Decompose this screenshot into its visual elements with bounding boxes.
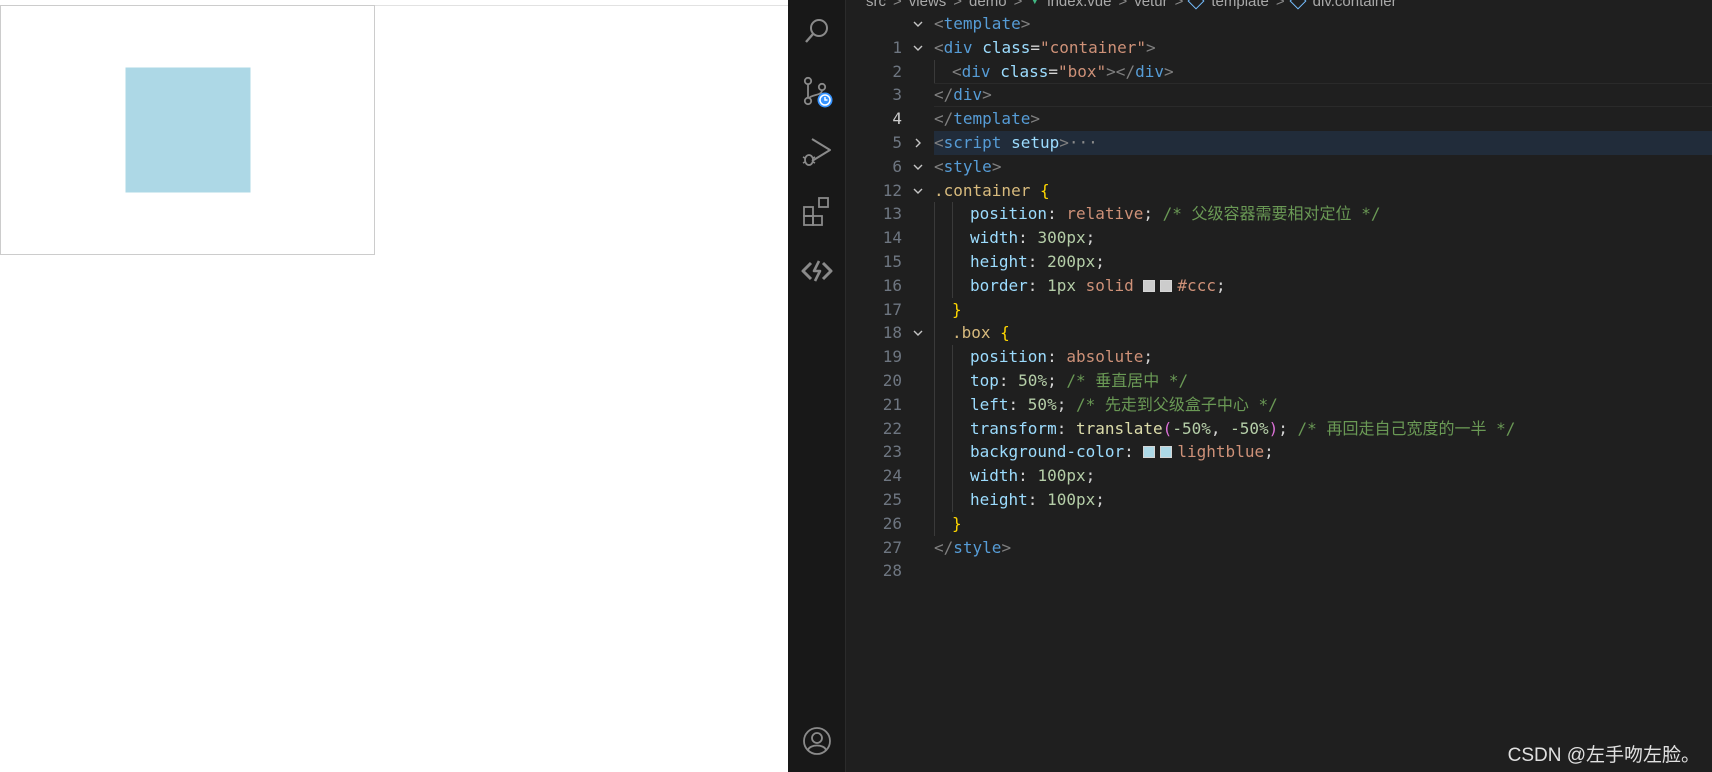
code-line[interactable]: 18 } (846, 297, 1712, 342)
code-line[interactable]: 24 background-color: lightblue; (846, 440, 1712, 485)
color-swatch[interactable] (1143, 446, 1156, 459)
fold-expanded-icon[interactable] (910, 179, 926, 203)
demo-box (125, 67, 250, 193)
breadcrumb-item-div-container[interactable]: div.container (1313, 0, 1397, 10)
code-line[interactable]: 26 height: 100px; (846, 487, 1712, 533)
fold-expanded-icon[interactable] (910, 12, 926, 36)
extensions-button[interactable] (788, 186, 846, 236)
folded-ellipsis[interactable]: ··· (1069, 133, 1098, 152)
line-number: 28 (882, 561, 902, 581)
class-value: "box" (1058, 61, 1107, 81)
breadcrumb-separator: > (893, 0, 902, 10)
extensions-icon (803, 197, 829, 226)
code-editor[interactable]: src > views > demo > ▼ index.vue > vetur… (846, 0, 1712, 772)
color-swatch[interactable] (1160, 279, 1173, 292)
code-line[interactable]: 16 height: 200px; (846, 249, 1712, 295)
code-line[interactable]: 17 border: 1px solid #ccc; (846, 273, 1712, 319)
account-icon (803, 727, 831, 755)
code-line[interactable]: 1 <template> (846, 12, 1712, 57)
account-button[interactable] (788, 716, 846, 766)
code-line[interactable]: 27 } (846, 511, 1712, 557)
code-line[interactable]: 19 .box { (846, 321, 1712, 366)
activity-bar (788, 0, 846, 772)
browser-preview (0, 0, 788, 772)
code-line[interactable]: 13 .container { (846, 179, 1712, 224)
breadcrumb-item-views[interactable]: views (909, 0, 947, 10)
watermark: CSDN @左手吻左脸。 (1507, 745, 1700, 766)
breadcrumb-item-demo[interactable]: demo (969, 0, 1007, 10)
code-line[interactable]: 22 left: 50%; /* 先走到父级盒子中心 */ (846, 392, 1712, 438)
code-line[interactable]: 2 <div class="container"> (846, 36, 1712, 81)
code-area[interactable]: 1 <template> 2 <div class="container"> 3… (846, 12, 1712, 581)
breadcrumb-separator: > (953, 0, 963, 10)
remote-explorer-button[interactable] (788, 246, 846, 296)
code-line[interactable]: 20 position: absolute; (846, 345, 1712, 390)
code-line[interactable]: 23 transform: translate(-50%, -50%); /* … (846, 416, 1712, 461)
breadcrumb-item-file[interactable]: index.vue (1047, 0, 1111, 10)
fold-expanded-icon[interactable] (910, 36, 926, 60)
class-value: "container" (1040, 37, 1146, 57)
breadcrumb-item-vetur[interactable]: vetur (1134, 0, 1167, 10)
remote-icon (801, 260, 833, 282)
source-control-icon (803, 76, 833, 108)
breadcrumb-separator: > (1118, 0, 1128, 10)
code-line[interactable]: 14 position: relative; /* 父级容器需要相对定位 */ (846, 202, 1712, 247)
code-line[interactable]: 5 </template> (846, 107, 1712, 152)
color-swatch[interactable] (1143, 279, 1156, 292)
breadcrumb-separator: > (1174, 0, 1184, 10)
breadcrumb-item-src[interactable]: src (866, 0, 886, 10)
symbol-cube-icon (1289, 0, 1307, 10)
fold-expanded-icon[interactable] (910, 155, 926, 179)
fold-expanded-icon[interactable] (910, 321, 926, 345)
code-line[interactable]: 3 <div class="box"></div> (846, 59, 1712, 104)
search-icon (805, 19, 828, 43)
color-swatch[interactable] (1160, 446, 1173, 459)
code-line[interactable]: 12 <style> (846, 155, 1712, 200)
fold-collapsed-icon[interactable] (910, 131, 926, 155)
vue-file-icon: ▼ (1029, 0, 1041, 7)
source-control-button[interactable] (788, 66, 846, 116)
code-line[interactable]: 21 top: 50%; /* 垂直居中 */ (846, 368, 1712, 414)
breadcrumb: src > views > demo > ▼ index.vue > vetur… (866, 0, 1397, 10)
search-button[interactable] (788, 6, 846, 56)
breadcrumb-item-template[interactable]: template (1211, 0, 1269, 10)
run-debug-icon (802, 138, 831, 166)
symbol-cube-icon (1187, 0, 1205, 10)
code-line-folded[interactable]: 6 <script setup>··· (846, 130, 1712, 176)
run-debug-button[interactable] (788, 126, 846, 176)
code-line-current[interactable]: 4 </div> (846, 83, 1712, 128)
demo-container (0, 5, 375, 255)
code-line[interactable]: 25 width: 100px; (846, 464, 1712, 509)
breadcrumb-separator: > (1275, 0, 1285, 10)
code-line[interactable]: 15 width: 300px; (846, 226, 1712, 271)
code-line[interactable]: 28 </style> (846, 536, 1712, 581)
breadcrumb-separator: > (1013, 0, 1023, 10)
